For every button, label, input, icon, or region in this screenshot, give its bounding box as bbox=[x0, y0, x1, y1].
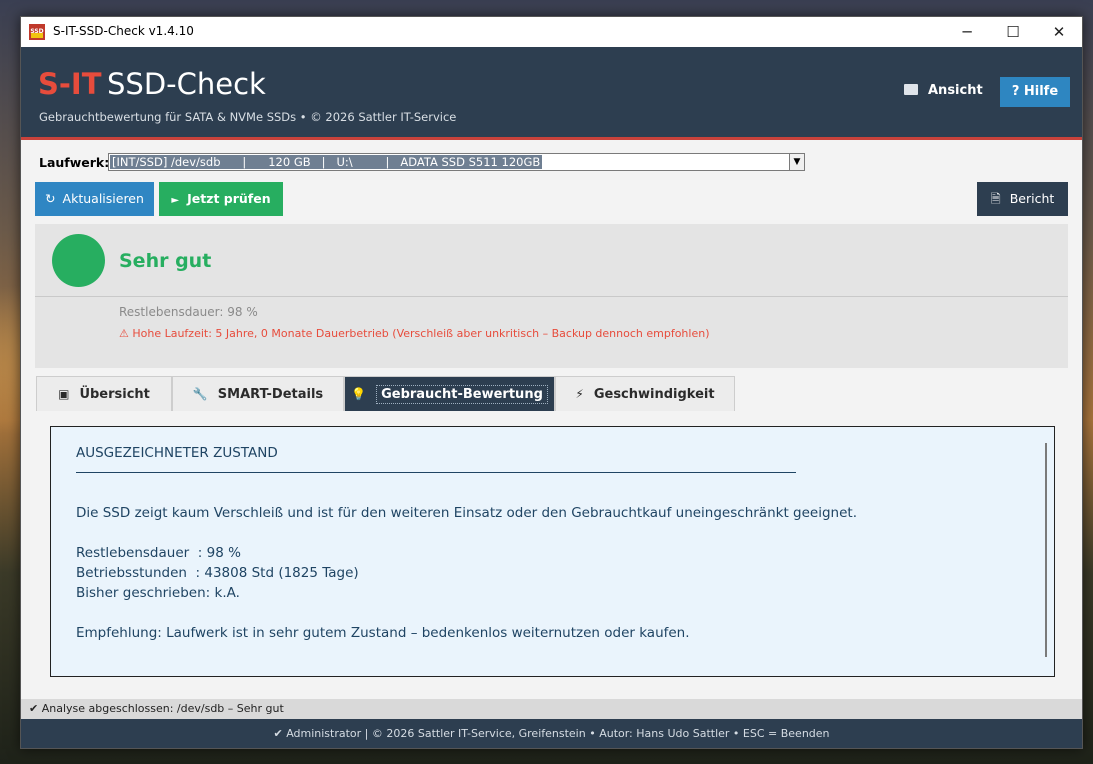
drive-label: Laufwerk: bbox=[39, 155, 110, 170]
footer: ✔ Administrator | © 2026 Sattler IT-Serv… bbox=[21, 719, 1082, 748]
title-bar[interactable]: SSD S-IT-SSD-Check v1.4.10 ─ ☐ ✕ bbox=[21, 17, 1082, 47]
report-heading: AUSGEZEICHNETER ZUSTAND bbox=[76, 445, 278, 461]
drive-select-value: [INT/SSD] /dev/sdb | 120 GB | U:\ | ADAT… bbox=[110, 155, 543, 169]
view-button-label: Ansicht bbox=[928, 83, 983, 98]
app-window: SSD S-IT-SSD-Check v1.4.10 ─ ☐ ✕ S-IT SS… bbox=[20, 16, 1083, 749]
tab-speed[interactable]: ⚡ Geschwindigkeit bbox=[555, 376, 735, 411]
rating-report[interactable]: AUSGEZEICHNETER ZUSTAND Die SSD zeigt ka… bbox=[50, 426, 1055, 677]
minimize-button[interactable]: ─ bbox=[944, 17, 990, 47]
report-scrollbar[interactable] bbox=[1045, 443, 1047, 657]
document-icon: 🗎 bbox=[990, 191, 1001, 206]
report-divider bbox=[76, 472, 796, 473]
status-summary: Sehr gut bbox=[35, 224, 1068, 297]
status-bar-text: ✔ Analyse abgeschlossen: /dev/sdb – Sehr… bbox=[29, 702, 284, 715]
tab-label: Geschwindigkeit bbox=[593, 387, 715, 402]
wrench-icon: 🔧 bbox=[192, 387, 208, 401]
report-summary: Die SSD zeigt kaum Verschleiß und ist fü… bbox=[76, 505, 857, 521]
status-panel: Sehr gut Restlebensdauer: 98 % ⚠ Hohe La… bbox=[35, 224, 1068, 368]
window-title: S-IT-SSD-Check v1.4.10 bbox=[53, 24, 194, 38]
brand-name: SSD-Check bbox=[107, 67, 266, 101]
play-icon: ► bbox=[171, 195, 180, 206]
runtime-warning: ⚠ Hohe Laufzeit: 5 Jahre, 0 Monate Dauer… bbox=[119, 327, 710, 340]
report-button-label: Bericht bbox=[1009, 191, 1055, 206]
remaining-life: Restlebensdauer: 98 % bbox=[119, 305, 258, 319]
chevron-down-icon[interactable]: ▼ bbox=[789, 154, 804, 170]
refresh-button[interactable]: ↻ Aktualisieren bbox=[35, 182, 154, 216]
report-operating-hours: Betriebsstunden : 43808 Std (1825 Tage) bbox=[76, 565, 359, 581]
report-button[interactable]: 🗎 Bericht bbox=[977, 182, 1068, 216]
close-button[interactable]: ✕ bbox=[1036, 17, 1082, 47]
status-bar: ✔ Analyse abgeschlossen: /dev/sdb – Sehr… bbox=[21, 699, 1082, 719]
status-rating: Sehr gut bbox=[119, 250, 212, 272]
drive-select[interactable]: [INT/SSD] /dev/sdb | 120 GB | U:\ | ADAT… bbox=[108, 153, 805, 171]
tab-label: Gebraucht-Bewertung bbox=[376, 385, 548, 404]
tab-overview[interactable]: ▣ Übersicht bbox=[36, 376, 172, 411]
app-header: S-IT SSD-Check Gebrauchtbewertung für SA… bbox=[21, 47, 1082, 140]
help-button[interactable]: ? Hilfe bbox=[1000, 77, 1070, 107]
tab-label: SMART-Details bbox=[217, 387, 324, 402]
tab-smart-details[interactable]: 🔧 SMART-Details bbox=[172, 376, 344, 411]
overview-icon: ▣ bbox=[58, 387, 70, 401]
lightning-icon: ⚡ bbox=[575, 387, 584, 401]
app-logo-icon: SSD bbox=[29, 24, 45, 40]
footer-text: ✔ Administrator | © 2026 Sattler IT-Serv… bbox=[273, 727, 830, 740]
tab-label: Übersicht bbox=[79, 387, 150, 402]
tagline: Gebrauchtbewertung für SATA & NVMe SSDs … bbox=[39, 110, 457, 124]
brand-prefix: S-IT bbox=[38, 67, 102, 101]
report-recommendation: Empfehlung: Laufwerk ist in sehr gutem Z… bbox=[76, 625, 690, 641]
report-remaining-life: Restlebensdauer : 98 % bbox=[76, 545, 241, 561]
refresh-icon: ↻ bbox=[45, 191, 56, 206]
status-indicator-icon bbox=[52, 234, 105, 287]
check-now-button-label: Jetzt prüfen bbox=[187, 191, 271, 206]
view-button[interactable]: Ansicht bbox=[904, 76, 983, 106]
lightbulb-icon: 💡 bbox=[351, 387, 367, 401]
check-now-button[interactable]: ► Jetzt prüfen bbox=[159, 182, 283, 216]
refresh-button-label: Aktualisieren bbox=[62, 191, 144, 206]
maximize-button[interactable]: ☐ bbox=[990, 17, 1036, 47]
report-data-written: Bisher geschrieben: k.A. bbox=[76, 585, 240, 601]
printer-icon bbox=[904, 84, 918, 95]
tab-used-rating[interactable]: 💡 Gebraucht-Bewertung bbox=[344, 376, 555, 411]
